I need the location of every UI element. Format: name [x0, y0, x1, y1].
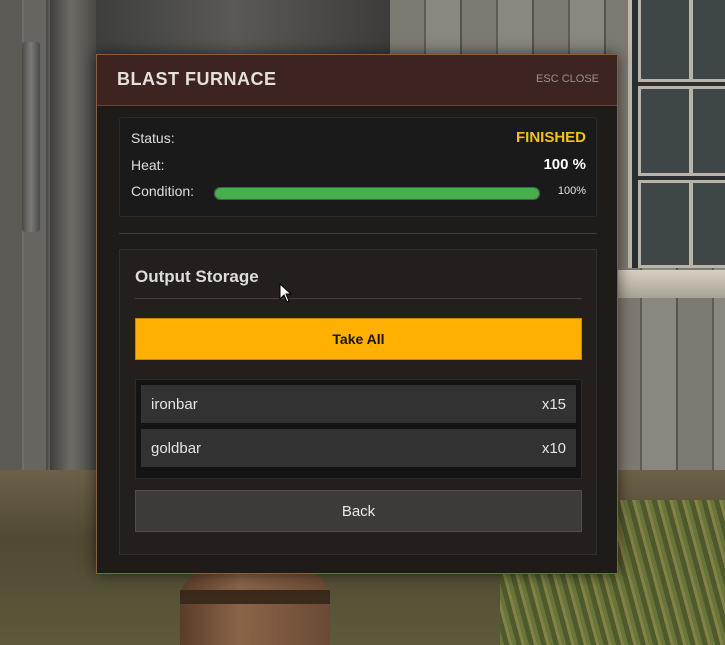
list-item-ironbar[interactable]: ironbar x15 — [141, 385, 576, 423]
list-item-goldbar[interactable]: goldbar x10 — [141, 429, 576, 467]
condition-percent: 100% — [557, 185, 586, 197]
character-belt — [180, 590, 330, 604]
output-storage-title: Output Storage — [135, 267, 259, 286]
item-name: goldbar — [151, 440, 202, 457]
menu-title: BLAST FURNACE — [117, 69, 277, 89]
heat-value: 100 % — [543, 156, 586, 173]
condition-bar — [214, 187, 540, 200]
heat-label: Heat: — [131, 157, 165, 173]
status-label: Status: — [131, 130, 175, 146]
output-storage-section: Output Storage Take All ironbar x15 gold… — [119, 249, 597, 555]
mouse-cursor-icon — [279, 283, 293, 303]
condition-bar-fill — [215, 188, 539, 199]
item-quantity: x15 — [541, 396, 566, 413]
player-character — [180, 570, 330, 645]
back-button[interactable]: Back — [135, 490, 582, 532]
item-quantity: x10 — [541, 440, 566, 457]
vertical-pipe — [22, 42, 40, 232]
blast-furnace-menu: BLAST FURNACE ESC CLOSE Status: FINISHED… — [96, 54, 618, 574]
building-window — [628, 0, 725, 268]
take-all-button[interactable]: Take All — [135, 318, 582, 360]
storage-item-list: ironbar x15 goldbar x10 — [135, 379, 582, 479]
item-name: ironbar — [151, 396, 198, 413]
section-divider — [119, 233, 597, 234]
furnace-status-box: Status: FINISHED Heat: 100 % Condition: … — [119, 117, 597, 217]
condition-label: Condition: — [131, 183, 195, 199]
status-value: FINISHED — [515, 129, 586, 146]
window-ledge — [600, 270, 725, 298]
menu-header: BLAST FURNACE ESC CLOSE — [97, 55, 617, 106]
storage-title-rule — [135, 298, 582, 299]
esc-close-hint[interactable]: ESC CLOSE — [536, 73, 599, 85]
